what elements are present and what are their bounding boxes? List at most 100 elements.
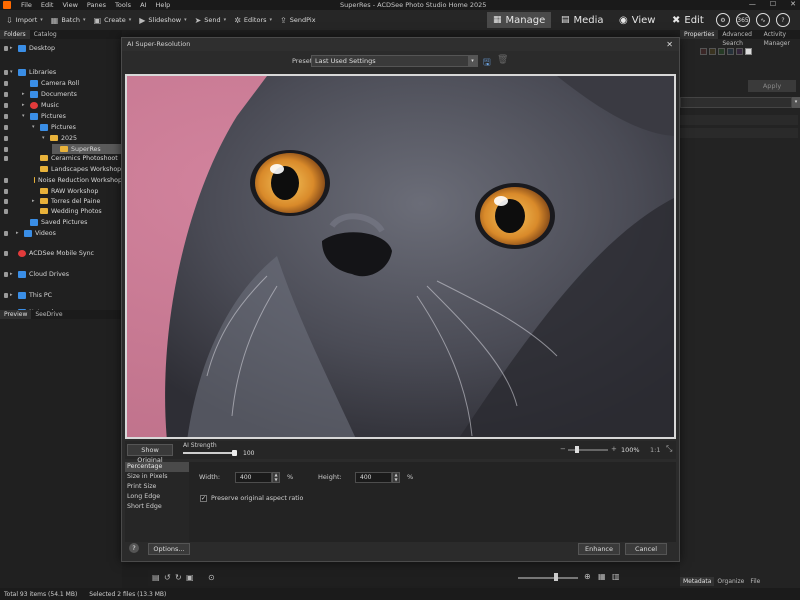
delete-preset-icon[interactable]: 🗑	[497, 55, 508, 65]
ai-strength-slider[interactable]	[183, 452, 235, 454]
folder-tree-item[interactable]: ▸ Torres del Paine	[32, 196, 122, 206]
chevron-right-icon[interactable]: ▸	[32, 198, 38, 204]
image-preview[interactable]	[125, 74, 676, 439]
save-preset-icon[interactable]: 🖫	[483, 55, 491, 71]
menu-file[interactable]: File	[21, 1, 32, 9]
folder-tree-item[interactable]: ▸ Cloud Drives	[10, 269, 122, 279]
height-stepper[interactable]: ▲ ▼	[392, 472, 400, 483]
folder-tree-item[interactable]: RAW Workshop	[32, 186, 122, 196]
color-swatch[interactable]	[700, 48, 707, 55]
tab-advanced-search[interactable]: Advanced Search	[718, 30, 759, 47]
thumbnail-view-icon[interactable]: ▦	[598, 572, 606, 581]
tab-properties[interactable]: Properties	[680, 30, 719, 39]
slideshow-icon[interactable]: ▣	[186, 573, 194, 582]
back-icon[interactable]: ⊙	[208, 573, 215, 582]
pin-icon[interactable]	[4, 189, 8, 194]
folder-tree-item[interactable]: ▸ Videos	[16, 228, 122, 238]
folder-tree-item[interactable]: ACDSee Mobile Sync	[10, 248, 122, 258]
pin-icon[interactable]	[4, 114, 8, 119]
help-icon[interactable]: ?	[776, 13, 790, 27]
chevron-right-icon[interactable]: ▸	[22, 102, 28, 108]
fit-to-window-icon[interactable]: ⤡	[666, 444, 672, 454]
slideshow-button[interactable]: ▶ Slideshow ▾	[139, 16, 188, 25]
pin-icon[interactable]	[4, 199, 8, 204]
folder-tree-item[interactable]: Wedding Photos	[32, 206, 122, 216]
enhance-button[interactable]: Enhance	[578, 543, 620, 555]
batch-button[interactable]: ▦ Batch ▾	[51, 16, 88, 25]
tab-catalog[interactable]: Catalog	[30, 30, 61, 39]
ai-strength-slider-handle[interactable]	[232, 450, 237, 456]
size-mode-print-size[interactable]: Print Size	[125, 482, 189, 492]
pin-icon[interactable]	[4, 178, 8, 183]
pin-icon[interactable]	[4, 147, 8, 152]
zoom-slider-handle[interactable]	[575, 446, 579, 453]
color-swatch[interactable]	[718, 48, 725, 55]
zoom-actual-size[interactable]: 1:1	[650, 446, 660, 454]
mode-view-button[interactable]: ◉ View	[613, 12, 661, 28]
tab-organize[interactable]: Organize	[714, 577, 747, 586]
tab-seedrive[interactable]: SeeDrive	[31, 310, 66, 319]
chevron-right-icon[interactable]: ▸	[10, 271, 16, 277]
dashboard-icon[interactable]: ⚙	[716, 13, 730, 27]
folder-tree-item[interactable]: Camera Roll	[22, 78, 122, 88]
menu-view[interactable]: View	[62, 1, 77, 9]
color-swatch[interactable]	[727, 48, 734, 55]
maximize-icon[interactable]: ☐	[770, 0, 776, 8]
size-mode-percentage[interactable]: Percentage	[125, 462, 189, 472]
thumbnail-size-slider[interactable]	[518, 577, 578, 579]
size-mode-pixels[interactable]: Size in Pixels	[125, 472, 189, 482]
chevron-down-icon[interactable]: ▾	[10, 69, 16, 75]
folder-tree-item[interactable]: Noise Reduction Workshop	[32, 175, 122, 185]
color-swatch[interactable]	[709, 48, 716, 55]
zoom-slider[interactable]	[568, 449, 608, 451]
pin-icon[interactable]	[4, 272, 8, 277]
chevron-right-icon[interactable]: ▸	[22, 91, 28, 97]
apply-button[interactable]: Apply	[748, 80, 796, 92]
pin-icon[interactable]	[4, 103, 8, 108]
folder-tree-item[interactable]: ▸ Desktop	[10, 43, 122, 53]
mode-manage-button[interactable]: ▦ Manage	[487, 12, 552, 28]
cancel-button[interactable]: Cancel	[625, 543, 667, 555]
zoom-in-icon[interactable]: +	[611, 445, 617, 453]
rotate-left-icon[interactable]: ↺	[164, 573, 171, 582]
import-button[interactable]: ⇩ Import ▾	[6, 16, 45, 25]
folder-tree-item[interactable]: Saved Pictures	[22, 217, 122, 227]
chevron-down-icon[interactable]: ▾	[32, 124, 38, 130]
menu-ai[interactable]: AI	[140, 1, 146, 9]
menu-edit[interactable]: Edit	[41, 1, 54, 9]
show-original-button[interactable]: Show Original	[127, 444, 173, 464]
menu-panes[interactable]: Panes	[87, 1, 106, 9]
chevron-down-icon[interactable]: ▾	[22, 113, 28, 119]
tab-folders[interactable]: Folders	[0, 30, 30, 39]
height-input[interactable]: 400	[355, 472, 392, 483]
pin-icon[interactable]	[4, 70, 8, 75]
size-mode-short-edge[interactable]: Short Edge	[125, 502, 189, 512]
pin-icon[interactable]	[4, 46, 8, 51]
category-dropdown[interactable]	[680, 97, 792, 108]
chevron-right-icon[interactable]: ▸	[10, 45, 16, 51]
pin-icon[interactable]	[4, 293, 8, 298]
chevron-down-icon[interactable]: ▾	[792, 97, 800, 108]
pin-icon[interactable]	[4, 251, 8, 256]
zoom-out-icon[interactable]: −	[560, 445, 566, 453]
size-mode-long-edge[interactable]: Long Edge	[125, 492, 189, 502]
details-view-icon[interactable]: ▥	[612, 572, 620, 581]
folder-tree-item[interactable]: ▾ Pictures	[32, 122, 122, 132]
chevron-right-icon[interactable]: ▸	[16, 230, 22, 236]
list-icon[interactable]: ▤	[152, 573, 160, 582]
folder-tree-item[interactable]: ▾ Libraries	[10, 67, 122, 77]
folder-tree-item[interactable]: ▾ Pictures	[22, 111, 122, 121]
zoom-in-icon[interactable]: ⊕	[584, 572, 591, 581]
color-swatch[interactable]	[745, 48, 752, 55]
pin-icon[interactable]	[4, 231, 8, 236]
close-icon[interactable]: ✕	[666, 38, 673, 51]
create-button[interactable]: ▣ Create ▾	[94, 16, 134, 25]
minimize-icon[interactable]: —	[749, 0, 756, 8]
pin-icon[interactable]	[4, 92, 8, 97]
editors-button[interactable]: ✲ Editors ▾	[234, 16, 274, 25]
send-button[interactable]: ➤ Send ▾	[195, 16, 229, 25]
mode-edit-button[interactable]: ✖ Edit	[666, 12, 710, 28]
menu-tools[interactable]: Tools	[115, 1, 131, 9]
365-badge-icon[interactable]: 365	[736, 13, 750, 27]
options-button[interactable]: Options...	[148, 543, 190, 555]
